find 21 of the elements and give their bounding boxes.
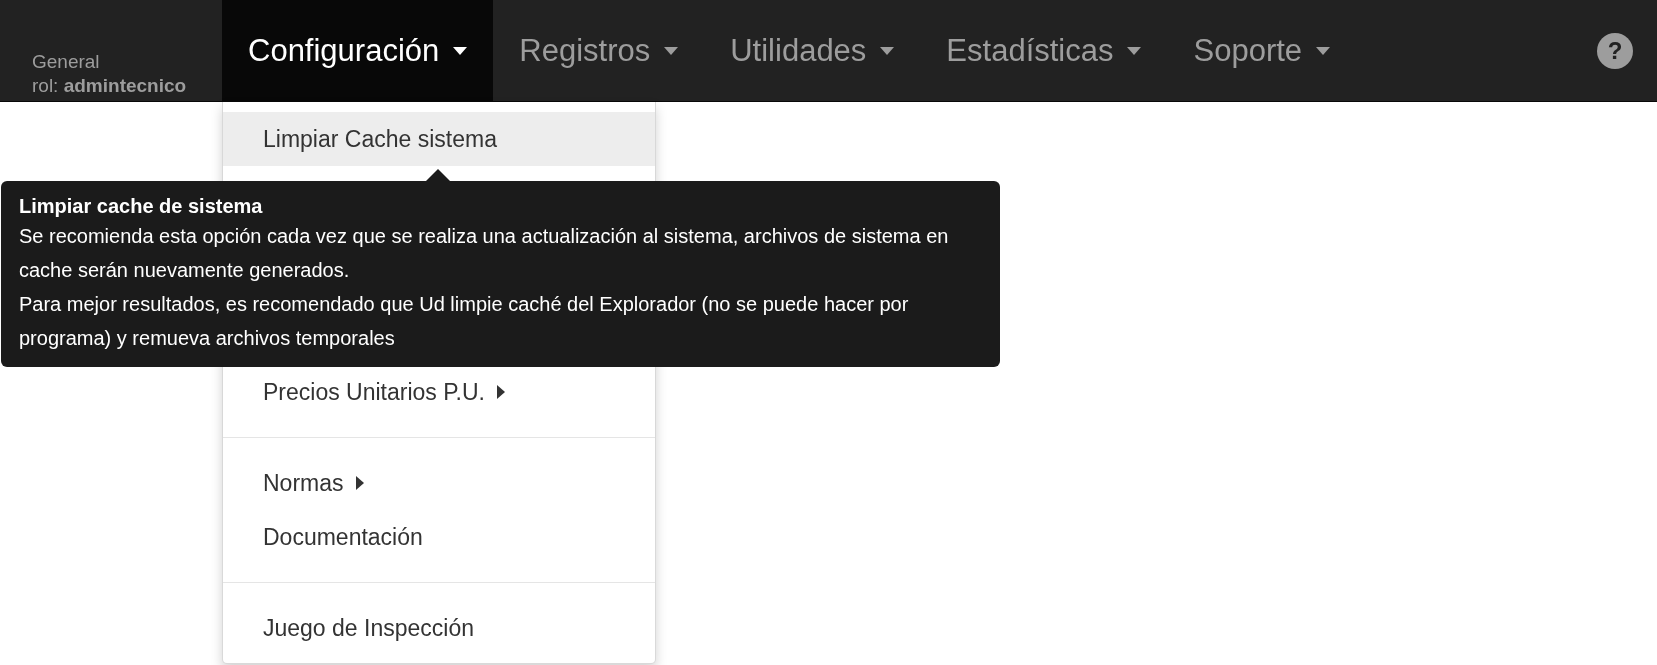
caret-icon: [880, 46, 895, 55]
user-role: rol: admintecnico: [32, 74, 188, 98]
menu-item[interactable]: Documentación: [223, 510, 655, 564]
user-group: General: [32, 50, 222, 74]
menu-item[interactable]: Limpiar Cache sistema: [223, 112, 655, 166]
nav-menu[interactable]: Soporte: [1167, 0, 1357, 101]
caret-icon: [453, 46, 468, 55]
menu-item[interactable]: Juego de Inspección: [223, 601, 655, 655]
nav-menu[interactable]: Estadísticas: [920, 0, 1168, 101]
tooltip-title: Limpiar cache de sistema: [19, 194, 264, 219]
nav-menu[interactable]: Utilidades: [704, 0, 921, 101]
menu-item[interactable]: Normas: [223, 456, 655, 510]
nav-menu[interactable]: Configuración: [222, 0, 494, 101]
caret-icon: [1127, 46, 1142, 55]
caret-icon: [664, 46, 679, 55]
help-button[interactable]: ?: [1597, 32, 1633, 69]
nav-menu[interactable]: Registros: [493, 0, 705, 101]
menu-item[interactable]: Precios Unitarios P.U.: [223, 365, 655, 419]
tooltip-text: Se recomienda esta opción cada vez que se realiza una actualización al sistema, archivos de sistema en cache serán nuevamente generados.: [19, 224, 950, 283]
tooltip-text: Para mejor resultados, es recomendado que Ud limpie caché del Explorador (no se puede hacer por programa) y remueva archivos temporales: [19, 292, 910, 351]
caret-icon: [1316, 46, 1331, 55]
